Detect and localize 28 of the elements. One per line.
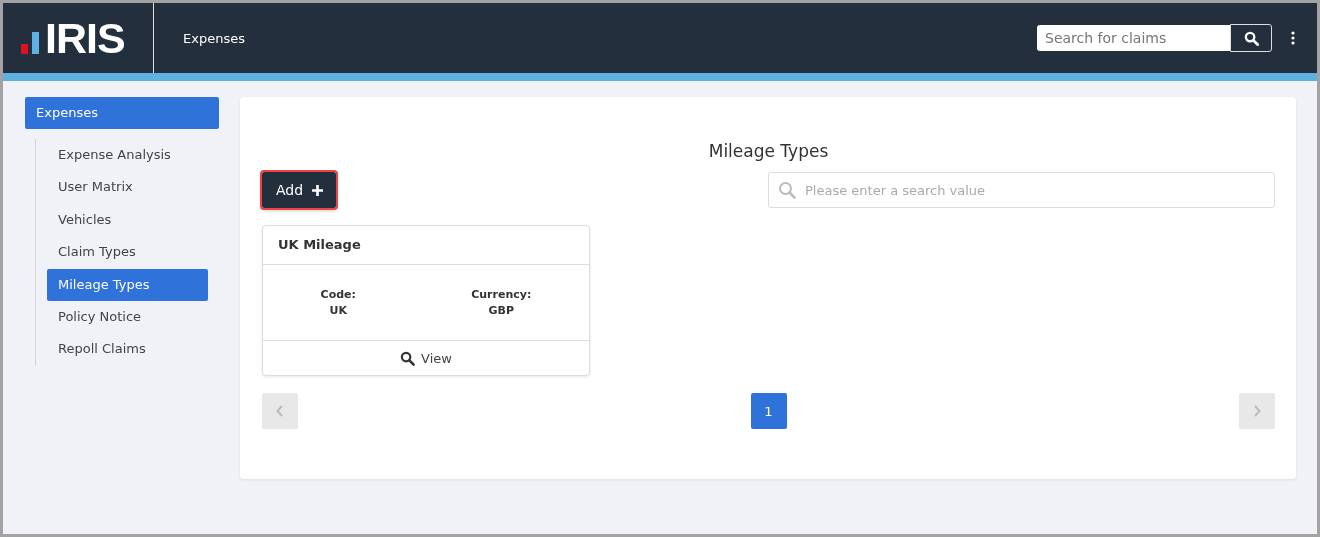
sidebar-item[interactable]: Vehicles <box>47 203 208 237</box>
search-icon <box>1243 30 1259 46</box>
page-title: Mileage Types <box>707 141 830 161</box>
page-button[interactable]: 1 <box>750 393 787 429</box>
field-label: Code: <box>320 288 356 301</box>
chevron-left-icon <box>276 405 284 417</box>
view-button[interactable]: View <box>263 341 589 375</box>
field-value: UK <box>329 304 348 317</box>
sidebar-item[interactable]: Policy Notice <box>47 300 208 334</box>
sidebar-item[interactable]: Repoll Claims <box>47 333 208 366</box>
logo-text: IRIS <box>45 13 125 63</box>
sidebar-group[interactable]: Expenses <box>25 97 219 129</box>
section-title: Expenses <box>183 30 245 46</box>
more-menu-icon[interactable] <box>1291 31 1295 45</box>
sidebar-item[interactable]: Claim Types <box>47 236 208 269</box>
chevron-right-icon <box>1253 405 1261 417</box>
plus-icon <box>311 183 325 197</box>
card-title: UK Mileage <box>263 226 589 265</box>
sidebar-item[interactable]: Expense Analysis <box>47 139 208 172</box>
sidebar-item[interactable]: User Matrix <box>47 171 208 204</box>
field-value: GBP <box>488 304 515 317</box>
search-icon <box>400 350 416 366</box>
search-field[interactable]: Please enter a search value <box>768 172 1275 208</box>
claims-search-field[interactable]: Search for claims <box>1037 25 1230 51</box>
field-label: Currency: <box>471 288 532 301</box>
sidebar-item[interactable]: Mileage Types <box>47 268 208 301</box>
add-button[interactable]: Add <box>262 172 337 208</box>
search-button[interactable] <box>1230 24 1272 52</box>
